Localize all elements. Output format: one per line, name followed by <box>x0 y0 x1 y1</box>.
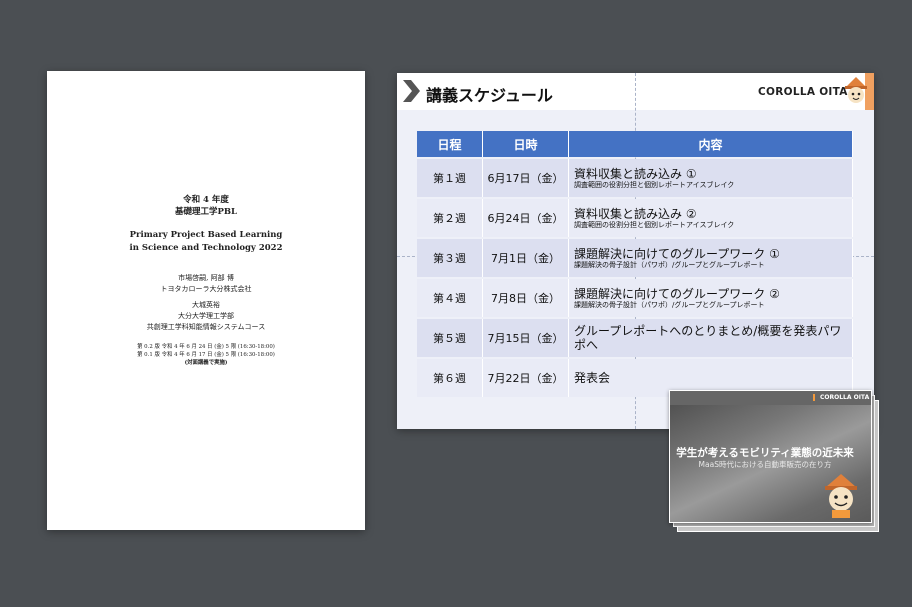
row-date: 7月8日（金） <box>483 279 569 317</box>
row-content-main: 発表会 <box>574 371 611 385</box>
row-content-main: 課題解決に向けてのグループワーク ② <box>574 286 780 301</box>
document-english-title: Primary Project Based Learning in Scienc… <box>47 229 365 255</box>
mascot-icon <box>845 77 867 103</box>
row-content: 課題解決に向けてのグループワーク ② 課題解決の骨子設計（パワポ）/グループとグ… <box>569 279 853 317</box>
thumbnail-title: 学生が考えるモビリティ業態の近未来 <box>676 447 854 459</box>
document-versions: 第 0.2 版 令和 4 年 6 月 24 日 (金) 5 限 (16:30-1… <box>47 343 365 367</box>
document-course-title: 基礎理工学PBL <box>174 207 238 217</box>
header-date: 日時 <box>483 131 569 157</box>
row-content: 資料収集と読み込み ② 調査範囲の役割分担と個別レポートアイスブレイク <box>569 199 853 237</box>
schedule-header-row: 日程 日時 内容 <box>417 131 853 157</box>
document-title-line-1: Primary Project Based Learning <box>129 230 283 240</box>
schedule-table: 日程 日時 内容 第１週 6月17日（金） 資料収集と読み込み ① 調査範囲の役… <box>417 129 853 399</box>
document-authors-1: 市場啓嗣, 阿部 博 トヨタカローラ大分株式会社 <box>47 273 365 295</box>
author-1-names: 市場啓嗣, 阿部 博 <box>178 274 234 282</box>
author-2-org-1: 大分大学理工学部 <box>178 312 234 320</box>
presentation-thumbnail[interactable]: COROLLA OITA 学生が考えるモビリティ業態の近未来 MaaS時代におけ… <box>669 390 872 523</box>
table-row: 第２週 6月24日（金） 資料収集と読み込み ② 調査範囲の役割分担と個別レポー… <box>417 199 853 237</box>
row-content-sub: 課題解決の骨子設計（パワポ）/グループとグループレポート <box>574 300 765 309</box>
document-heading: 令和 4 年度 基礎理工学PBL <box>47 194 365 218</box>
row-content-main: グループレポートへのとりまとめ/概要を発表パワポへ <box>574 324 842 352</box>
row-content-main: 資料収集と読み込み ① <box>574 166 697 181</box>
row-date: 7月1日（金） <box>483 239 569 277</box>
chevron-right-icon <box>403 80 420 102</box>
mascot-icon <box>825 474 857 518</box>
table-row: 第５週 7月15日（金） グループレポートへのとりまとめ/概要を発表パワポへ <box>417 319 853 357</box>
thumbnail-brand: COROLLA OITA <box>820 394 870 401</box>
row-week: 第５週 <box>417 319 483 357</box>
row-content: グループレポートへのとりまとめ/概要を発表パワポへ <box>569 319 853 357</box>
row-week: 第２週 <box>417 199 483 237</box>
row-content-sub: 課題解決の骨子設計（パワポ）/グループとグループレポート <box>574 260 765 269</box>
row-content-main: 課題解決に向けてのグループワーク ① <box>574 246 780 261</box>
row-week: 第１週 <box>417 159 483 197</box>
document-era-year: 令和 4 年度 <box>183 195 229 205</box>
thumbnail-accent <box>813 394 815 401</box>
row-date: 6月24日（金） <box>483 199 569 237</box>
row-date: 6月17日（金） <box>483 159 569 197</box>
table-row: 第１週 6月17日（金） 資料収集と読み込み ① 調査範囲の役割分担と個別レポー… <box>417 159 853 197</box>
row-content: 課題解決に向けてのグループワーク ① 課題解決の骨子設計（パワポ）/グループとグ… <box>569 239 853 277</box>
document-page: 令和 4 年度 基礎理工学PBL Primary Project Based L… <box>47 71 365 530</box>
row-week: 第４週 <box>417 279 483 317</box>
author-1-org: トヨタカローラ大分株式会社 <box>160 285 252 293</box>
thumbnail-subtitle: MaaS時代における自動車販売の在り方 <box>698 460 832 469</box>
row-content-sub: 調査範囲の役割分担と個別レポートアイスブレイク <box>574 220 735 229</box>
row-content-sub: 調査範囲の役割分担と個別レポートアイスブレイク <box>574 180 735 189</box>
row-content-main: 資料収集と読み込み ② <box>574 206 697 221</box>
header-week: 日程 <box>417 131 483 157</box>
table-row: 第３週 7月1日（金） 課題解決に向けてのグループワーク ① 課題解決の骨子設計… <box>417 239 853 277</box>
document-authors-2: 大城英裕 大分大学理工学部 共創理工学科知能情報システムコース <box>47 300 365 333</box>
version-0-2: 第 0.2 版 令和 4 年 6 月 24 日 (金) 5 限 (16:30-1… <box>137 344 275 350</box>
row-content: 資料収集と読み込み ① 調査範囲の役割分担と個別レポートアイスブレイク <box>569 159 853 197</box>
author-2-org-2: 共創理工学科知能情報システムコース <box>146 323 266 331</box>
header-content: 内容 <box>569 131 853 157</box>
author-2-name: 大城英裕 <box>192 301 220 309</box>
document-note: (対面講義で実施) <box>184 360 228 366</box>
document-title-line-2: in Science and Technology 2022 <box>129 243 283 253</box>
table-row: 第４週 7月8日（金） 課題解決に向けてのグループワーク ② 課題解決の骨子設計… <box>417 279 853 317</box>
slide-title: 講義スケジュール <box>426 86 553 105</box>
row-week: 第６週 <box>417 359 483 397</box>
slide-brand: COROLLA OITA <box>758 86 848 98</box>
version-0-1: 第 0.1 版 令和 4 年 6 月 17 日 (金) 5 限 (16:30-1… <box>137 352 275 358</box>
row-date: 7月22日（金） <box>483 359 569 397</box>
row-date: 7月15日（金） <box>483 319 569 357</box>
row-week: 第３週 <box>417 239 483 277</box>
schedule-slide: 講義スケジュール COROLLA OITA 日程 日時 内容 第１週 6月17日… <box>397 73 874 429</box>
